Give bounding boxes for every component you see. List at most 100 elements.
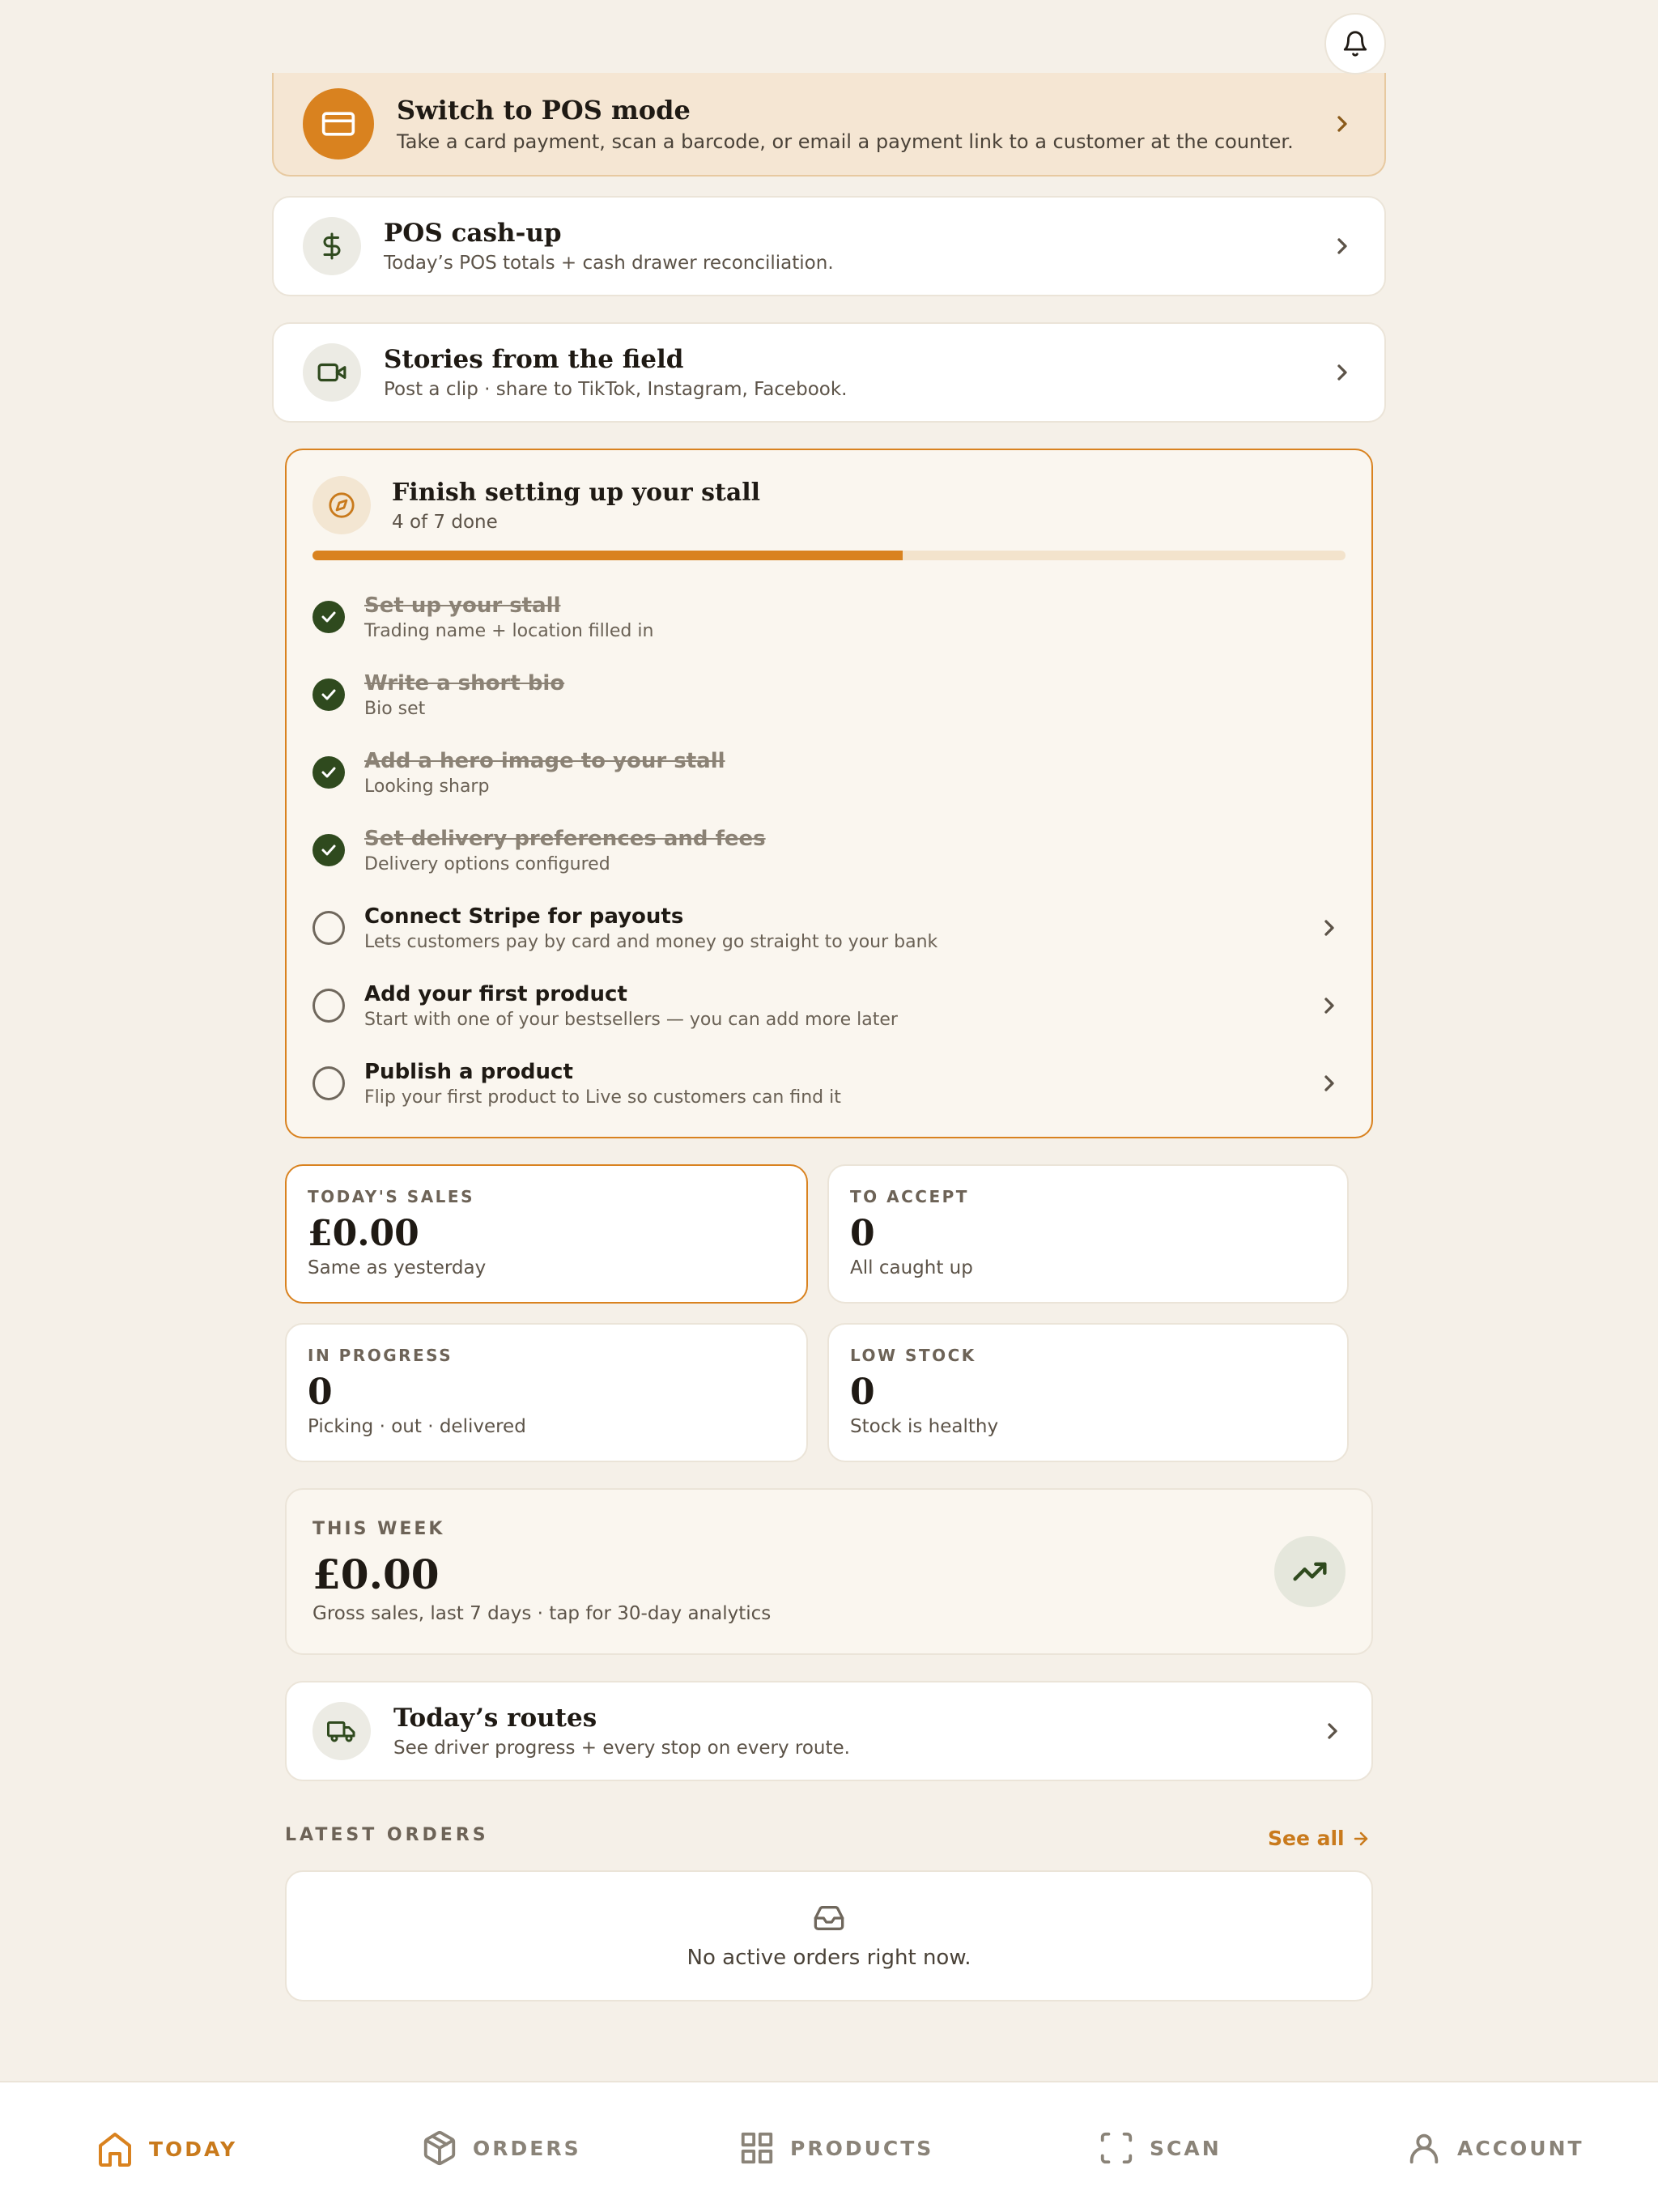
stat-value: 0 [308,1372,333,1413]
dollar-icon [303,217,361,275]
check-open-icon [312,1066,345,1100]
stat-note: Stock is healthy [850,1416,999,1437]
nav-label: TODAY [149,2137,238,2161]
stat-card-todays-sales[interactable]: TODAY'S SALES £0.00 Same as yesterday [285,1164,808,1304]
scan-icon [1100,2132,1133,2164]
setup-title: Finish setting up your stall [392,478,761,507]
check-open-icon [312,989,345,1023]
truck-icon [312,1702,371,1760]
stat-value: 0 [850,1372,875,1413]
video-icon [303,343,361,402]
stat-label: TO ACCEPT [850,1187,969,1206]
task-subtitle: Flip your first product to Live so custo… [364,1087,841,1108]
inbox-icon [814,1906,844,1930]
see-all-label: See all [1268,1827,1345,1850]
setup-task-connect-stripe[interactable]: Connect Stripe for payouts Lets customer… [312,889,1346,967]
pos-mode-subtitle: Take a card payment, scan a barcode, or … [397,130,1294,153]
user-icon [1409,2133,1439,2164]
week-label: THIS WEEK [312,1519,445,1539]
nav-products[interactable]: PRODUCTS [738,2129,933,2167]
week-value: £0.00 [312,1551,440,1598]
latest-orders-label: LATEST ORDERS [285,1825,489,1845]
package-icon [423,2130,456,2166]
this-week-card[interactable]: THIS WEEK £0.00 Gross sales, last 7 days… [285,1488,1373,1655]
task-title: Set up your stall [364,593,561,618]
task-subtitle: Trading name + location filled in [364,620,654,641]
chevron-right-icon [1324,998,1334,1014]
stat-card-to-accept[interactable]: TO ACCEPT 0 All caught up [827,1164,1349,1304]
task-subtitle: Bio set [364,698,426,719]
todays-routes-card[interactable]: Today’s routes See driver progress + eve… [285,1681,1373,1781]
task-subtitle: Lets customers pay by card and money go … [364,931,938,952]
stat-label: TODAY'S SALES [308,1187,474,1206]
stat-card-in-progress[interactable]: IN PROGRESS 0 Picking · out · delivered [285,1323,808,1462]
setup-task-list: Set up your stall Trading name + locatio… [312,578,1346,1122]
check-open-icon [312,911,345,945]
stat-value: £0.00 [308,1213,419,1254]
stat-value: 0 [850,1213,875,1254]
bottom-nav: TODAY ORDERS PRODUCTS SCAN ACCOUNT [0,2081,1658,2212]
compass-icon [312,476,371,534]
nav-account[interactable]: ACCOUNT [1405,2129,1584,2167]
nav-scan[interactable]: SCAN [1098,2129,1222,2167]
card-icon [303,88,374,160]
check-done-icon [312,756,345,789]
cashup-title: POS cash-up [384,219,562,248]
bell-icon [1343,31,1367,57]
setup-task-item: Write a short bio Bio set [312,656,1346,734]
stories-title: Stories from the field [384,345,684,374]
setup-task-add-product[interactable]: Add your first product Start with one of… [312,967,1346,1044]
chevron-right-icon [1324,1075,1334,1091]
chevron-right-icon [1337,364,1347,381]
home-icon [99,2133,131,2167]
task-title: Add a hero image to your stall [364,748,725,773]
nav-orders[interactable]: ORDERS [421,2129,581,2167]
task-subtitle: Start with one of your bestsellers — you… [364,1009,898,1030]
task-subtitle: Delivery options configured [364,853,610,874]
chevron-right-icon [1324,920,1334,936]
task-title: Add your first product [364,981,627,1006]
routes-title: Today’s routes [393,1704,597,1733]
setup-task-item: Set delivery preferences and fees Delive… [312,811,1346,889]
setup-progress-fill [312,551,903,560]
stories-subtitle: Post a clip · share to TikTok, Instagram… [384,379,848,400]
setup-task-item: Add a hero image to your stall Looking s… [312,734,1346,811]
week-note: Gross sales, last 7 days · tap for 30-da… [312,1603,772,1624]
nav-label: ORDERS [473,2136,581,2160]
task-title: Set delivery preferences and fees [364,826,766,851]
arrow-right-icon [1354,1831,1367,1845]
chevron-right-icon [1328,1723,1337,1739]
stories-card[interactable]: Stories from the field Post a clip · sha… [272,322,1386,423]
setup-task-publish-product[interactable]: Publish a product Flip your first produc… [312,1044,1346,1122]
setup-progress-bar [312,551,1346,560]
check-done-icon [312,678,345,711]
trending-up-icon [1274,1536,1346,1607]
routes-subtitle: See driver progress + every stop on ever… [393,1738,850,1759]
nav-label: SCAN [1150,2136,1222,2160]
stat-note: All caught up [850,1257,973,1278]
setup-checklist-card: Finish setting up your stall 4 of 7 done… [285,449,1373,1138]
see-all-link[interactable]: See all [1268,1827,1371,1850]
pos-cashup-card[interactable]: POS cash-up Today’s POS totals + cash dr… [272,196,1386,296]
switch-pos-mode-card[interactable]: Switch to POS mode Take a card payment, … [272,73,1386,177]
setup-task-item: Set up your stall Trading name + locatio… [312,578,1346,656]
chevron-right-icon [1337,116,1347,132]
pos-mode-title: Switch to POS mode [397,95,691,125]
cashup-subtitle: Today’s POS totals + cash drawer reconci… [384,253,834,274]
empty-orders-text: No active orders right now. [687,1946,971,1970]
latest-orders-empty-card: No active orders right now. [285,1870,1373,2001]
check-done-icon [312,601,345,633]
task-subtitle: Looking sharp [364,776,490,797]
stat-card-low-stock[interactable]: LOW STOCK 0 Stock is healthy [827,1323,1349,1462]
nav-label: ACCOUNT [1457,2136,1584,2160]
stat-note: Picking · out · delivered [308,1416,526,1437]
stat-label: IN PROGRESS [308,1346,453,1365]
nav-label: PRODUCTS [790,2136,934,2160]
grid-icon [741,2132,773,2164]
notifications-button[interactable] [1324,13,1386,74]
nav-today[interactable]: TODAY [96,2129,237,2168]
task-title: Connect Stripe for payouts [364,904,684,929]
chevron-right-icon [1337,238,1347,254]
check-done-icon [312,834,345,866]
setup-progress-text: 4 of 7 done [392,511,498,533]
